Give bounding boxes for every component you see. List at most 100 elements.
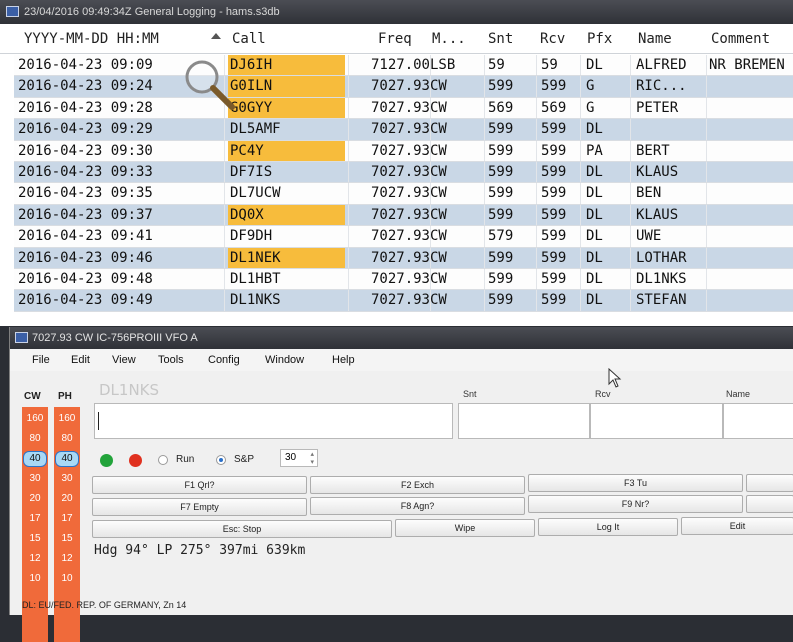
name-input[interactable] — [723, 403, 793, 439]
table-row[interactable]: 2016-04-23 09:37 DQ0X 7027.93 CW 599 599 DL KLA… — [14, 204, 793, 227]
column-divider — [580, 140, 581, 161]
log-titlebar[interactable]: 23/04/2016 09:49:34Z General Logging - h… — [0, 0, 793, 24]
green-led-icon — [100, 454, 113, 467]
band-cw-17-button[interactable]: 17 — [23, 511, 47, 527]
menu-config[interactable]: Config — [208, 354, 240, 366]
column-divider — [630, 268, 631, 290]
cell-datetime: 2016-04-23 09:30 — [18, 142, 153, 159]
cell-datetime: 2016-04-23 09:09 — [18, 57, 153, 73]
cell-snt: 599 — [488, 142, 514, 159]
col-header-datetime[interactable]: YYYY-MM-DD HH:MM — [24, 31, 159, 47]
menu-edit[interactable]: Edit — [71, 354, 90, 366]
menu-help[interactable]: Help — [332, 354, 355, 366]
cell-call: DL7UCW — [230, 185, 281, 202]
band-cw-30-button[interactable]: 30 — [23, 471, 47, 487]
menu-file[interactable]: File — [32, 354, 50, 366]
band-cw-160-button[interactable]: 160 — [23, 411, 47, 427]
call-input[interactable] — [94, 403, 453, 439]
table-row[interactable]: 2016-04-23 09:41 DF9DH 7027.93 CW 579 599 DL UW… — [14, 226, 793, 248]
col-header-name[interactable]: Name — [638, 31, 672, 47]
band-ph-15-button[interactable]: 15 — [55, 531, 79, 547]
edit-button[interactable]: Edit — [681, 517, 793, 535]
status-bar: DL: EU/FED. REP. OF GERMANY, Zn 14 — [10, 591, 793, 615]
cell-call: DQ0X — [230, 206, 264, 223]
cell-call: DL5AMF — [230, 121, 281, 138]
cell-name: PETER — [636, 99, 679, 116]
cell-snt: 59 — [488, 57, 505, 73]
band-ph-80-button[interactable]: 80 — [55, 431, 79, 447]
f4-button[interactable] — [746, 474, 793, 492]
rcv-input[interactable] — [590, 403, 723, 439]
col-header-rcv[interactable]: Rcv — [540, 31, 565, 47]
column-divider — [536, 226, 537, 247]
table-row[interactable]: 2016-04-23 09:48 DL1HBT 7027.93 CW 599 599 DL D… — [14, 268, 793, 291]
band-cw-20-button[interactable]: 20 — [23, 491, 47, 507]
f3-button[interactable]: F3 Tu — [528, 474, 743, 492]
repeat-spinbox[interactable]: 30 ▴ ▾ — [280, 449, 318, 467]
col-header-snt[interactable]: Snt — [488, 31, 513, 47]
column-divider — [580, 268, 581, 290]
table-row[interactable]: 2016-04-23 09:09 DJ6IH 7127.00 LSB 59 59 DL ALF… — [14, 55, 793, 77]
table-row[interactable]: 2016-04-23 09:28 G0GYY 7027.93 CW 569 569 G PET… — [14, 97, 793, 120]
column-divider — [224, 161, 225, 183]
log-table-header: YYYY-MM-DD HH:MM Call Freq M... Snt Rcv … — [0, 24, 793, 54]
cell-freq: 7027.93 — [370, 206, 430, 223]
column-divider — [706, 204, 707, 226]
f2-button[interactable]: F2 Exch — [310, 476, 525, 494]
f10-button[interactable] — [746, 495, 793, 513]
log-it-button[interactable]: Log It — [538, 518, 678, 536]
column-divider — [706, 268, 707, 290]
f8-button[interactable]: F8 Agn? — [310, 497, 525, 515]
band-cw-40-button[interactable]: 40 — [23, 451, 47, 467]
table-row[interactable]: 2016-04-23 09:29 DL5AMF 7027.93 CW 599 599 DL — [14, 119, 793, 141]
col-header-pfx[interactable]: Pfx — [587, 31, 612, 47]
col-header-call[interactable]: Call — [232, 31, 266, 47]
sp-radio[interactable] — [216, 455, 226, 465]
band-cw-12-button[interactable]: 12 — [23, 551, 47, 567]
cell-mode: CW — [430, 228, 447, 245]
f1-button[interactable]: F1 Qrl? — [92, 476, 307, 494]
table-row[interactable]: 2016-04-23 09:24 G0ILN 7027.93 CW 599 599 G RIC… — [14, 76, 793, 98]
wipe-button[interactable]: Wipe — [395, 519, 535, 537]
column-divider — [580, 161, 581, 183]
band-cw-15-button[interactable]: 15 — [23, 531, 47, 547]
cell-name: DL1NKS — [636, 270, 687, 287]
column-divider — [224, 226, 225, 247]
band-ph-160-button[interactable]: 160 — [55, 411, 79, 427]
band-ph-30-button[interactable]: 30 — [55, 471, 79, 487]
table-row[interactable]: 2016-04-23 09:35 DL7UCW 7027.93 CW 599 599 DL B… — [14, 183, 793, 205]
f7-button[interactable]: F7 Empty — [92, 498, 307, 516]
f9-button[interactable]: F9 Nr? — [528, 495, 743, 513]
cell-snt: 599 — [488, 121, 514, 138]
cell-snt: 599 — [488, 163, 514, 180]
band-cw-10-button[interactable]: 10 — [23, 571, 47, 587]
snt-input[interactable] — [458, 403, 590, 439]
menu-tools[interactable]: Tools — [158, 354, 184, 366]
col-header-mode[interactable]: M... — [432, 31, 466, 47]
cell-pfx: DL — [586, 249, 603, 266]
cell-rcv: 599 — [541, 292, 567, 309]
band-cw-80-button[interactable]: 80 — [23, 431, 47, 447]
band-ph-17-button[interactable]: 17 — [55, 511, 79, 527]
run-radio[interactable] — [158, 455, 168, 465]
menu-view[interactable]: View — [112, 354, 136, 366]
column-divider — [536, 247, 537, 268]
column-divider — [580, 183, 581, 204]
band-ph-40-button[interactable]: 40 — [55, 451, 79, 467]
band-ph-20-button[interactable]: 20 — [55, 491, 79, 507]
table-row[interactable]: 2016-04-23 09:30 PC4Y 7027.93 CW 599 599 PA BER… — [14, 140, 793, 162]
column-divider — [484, 55, 485, 76]
table-row[interactable]: 2016-04-23 09:33 DF7IS 7027.93 CW 599 599 DL KL… — [14, 161, 793, 184]
table-row[interactable]: 2016-04-23 09:46 DL1NEK 7027.93 CW 599 599 DL L… — [14, 247, 793, 269]
cell-mode: CW — [430, 206, 447, 223]
band-ph-10-button[interactable]: 10 — [55, 571, 79, 587]
esc-stop-button[interactable]: Esc: Stop — [92, 520, 392, 538]
entry-titlebar[interactable]: 7027.93 CW IC-756PROIII VFO A — [10, 327, 793, 349]
cell-datetime: 2016-04-23 09:29 — [18, 121, 153, 138]
table-row[interactable]: 2016-04-23 09:49 DL1NKS 7027.93 CW 599 599 DL S… — [14, 290, 793, 312]
band-ph-12-button[interactable]: 12 — [55, 551, 79, 567]
col-header-comment[interactable]: Comment — [711, 31, 770, 47]
menu-window[interactable]: Window — [265, 354, 304, 366]
col-header-freq[interactable]: Freq — [378, 31, 412, 47]
cell-rcv: 569 — [541, 99, 567, 116]
